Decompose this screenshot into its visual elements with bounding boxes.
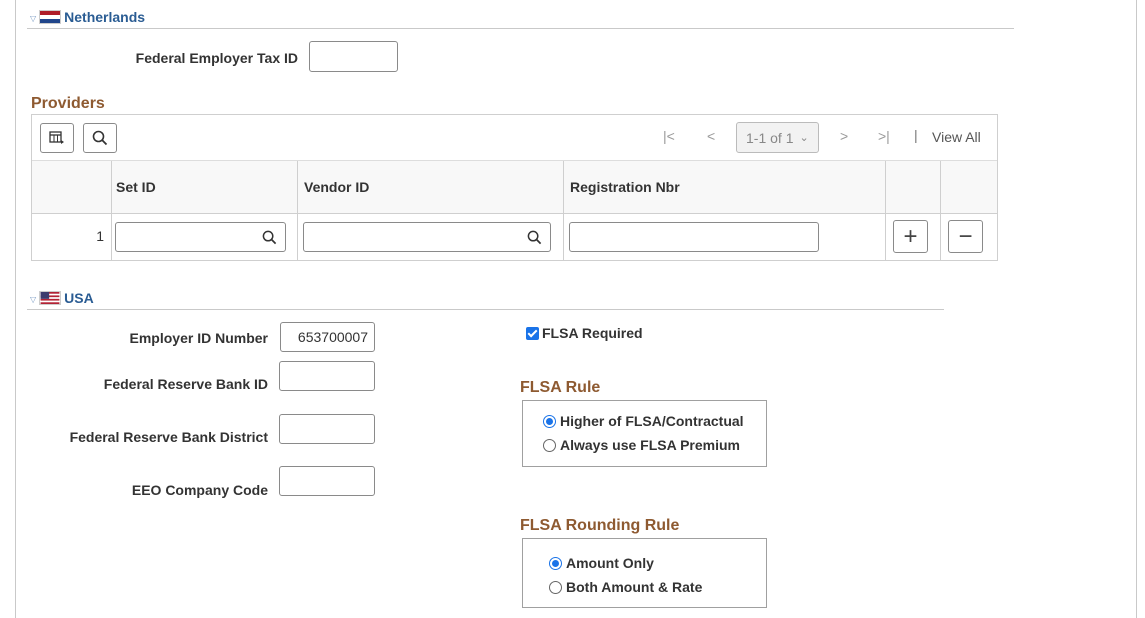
checkbox-checked-icon bbox=[526, 326, 539, 340]
flsa-required-label: FLSA Required bbox=[542, 325, 643, 341]
view-all-link[interactable]: View All bbox=[932, 129, 981, 145]
registration-nbr-input[interactable] bbox=[569, 222, 819, 252]
header-divider bbox=[32, 213, 997, 214]
radio-unselected-icon bbox=[543, 438, 556, 452]
personalize-grid-button[interactable] bbox=[40, 123, 74, 153]
option-label: Always use FLSA Premium bbox=[560, 437, 740, 453]
row-number: 1 bbox=[96, 228, 104, 244]
flsa-required-checkbox[interactable]: FLSA Required bbox=[526, 325, 643, 341]
delete-row-button[interactable]: − bbox=[948, 220, 983, 253]
pager-separator: | bbox=[914, 127, 918, 143]
previous-page-icon[interactable]: < bbox=[707, 128, 715, 144]
frb-id-label: Federal Reserve Bank ID bbox=[103, 376, 268, 392]
fed-employer-tax-id-input[interactable] bbox=[309, 41, 398, 72]
frb-district-label: Federal Reserve Bank District bbox=[69, 429, 268, 445]
providers-grid: |< < 1-1 of 1 ⌄ > >| | View All Set ID V… bbox=[31, 114, 998, 261]
flsa-rule-option-higher[interactable]: Higher of FLSA/Contractual bbox=[543, 413, 744, 429]
column-divider bbox=[563, 161, 564, 260]
option-label: Higher of FLSA/Contractual bbox=[560, 413, 744, 429]
collapse-triangle-icon: ▽ bbox=[30, 13, 37, 23]
last-page-icon[interactable]: >| bbox=[878, 128, 890, 144]
frb-district-input[interactable] bbox=[279, 414, 375, 444]
netherlands-section-header[interactable]: ▽ Netherlands bbox=[30, 9, 145, 25]
col-header-vendor-id: Vendor ID bbox=[304, 179, 370, 195]
page-range-select[interactable]: 1-1 of 1 ⌄ bbox=[736, 122, 819, 153]
first-page-icon[interactable]: |< bbox=[663, 128, 675, 144]
col-header-set-id: Set ID bbox=[116, 179, 156, 195]
flsa-rule-group: Higher of FLSA/Contractual Always use FL… bbox=[522, 400, 767, 467]
search-icon[interactable] bbox=[527, 230, 542, 245]
column-divider bbox=[885, 161, 886, 260]
page-range-text: 1-1 of 1 bbox=[746, 129, 794, 146]
column-divider bbox=[111, 161, 112, 260]
section-divider bbox=[27, 28, 1014, 29]
grid-header-row bbox=[32, 161, 997, 213]
frb-id-input[interactable] bbox=[279, 361, 375, 391]
next-page-icon[interactable]: > bbox=[840, 128, 848, 144]
fed-employer-tax-id-label: Federal Employer Tax ID bbox=[135, 50, 298, 66]
netherlands-flag-icon bbox=[39, 10, 62, 24]
radio-selected-icon bbox=[543, 414, 556, 428]
section-divider bbox=[27, 309, 944, 310]
collapse-triangle-icon: ▽ bbox=[30, 294, 37, 304]
radio-unselected-icon bbox=[549, 580, 562, 594]
flsa-rounding-rule-title: FLSA Rounding Rule bbox=[520, 517, 680, 534]
eeo-code-label: EEO Company Code bbox=[131, 482, 268, 498]
radio-selected-icon bbox=[549, 556, 562, 570]
page-left-border bbox=[15, 0, 16, 618]
search-icon[interactable] bbox=[262, 230, 277, 245]
eeo-code-input[interactable] bbox=[279, 466, 375, 496]
option-label: Amount Only bbox=[566, 555, 654, 571]
netherlands-section-title: Netherlands bbox=[64, 9, 146, 25]
employer-id-input[interactable] bbox=[280, 322, 375, 352]
flsa-rule-title: FLSA Rule bbox=[520, 379, 601, 396]
vendor-id-input[interactable] bbox=[303, 222, 551, 252]
employer-id-label: Employer ID Number bbox=[129, 330, 268, 346]
usa-flag-icon bbox=[39, 291, 62, 305]
column-divider bbox=[940, 161, 941, 260]
rounding-option-amount-only[interactable]: Amount Only bbox=[549, 555, 654, 571]
find-in-grid-button[interactable] bbox=[83, 123, 117, 153]
rounding-option-both[interactable]: Both Amount & Rate bbox=[549, 579, 702, 595]
usa-section-title: USA bbox=[64, 290, 94, 306]
usa-section-header[interactable]: ▽ USA bbox=[30, 290, 94, 306]
search-icon bbox=[92, 130, 108, 146]
flsa-rounding-rule-group: Amount Only Both Amount & Rate bbox=[522, 538, 767, 608]
set-id-input[interactable] bbox=[115, 222, 286, 252]
grid-settings-icon bbox=[49, 131, 64, 144]
flsa-rule-option-always[interactable]: Always use FLSA Premium bbox=[543, 437, 740, 453]
page-right-border bbox=[1136, 0, 1137, 618]
chevron-down-icon: ⌄ bbox=[799, 132, 809, 144]
col-header-registration-nbr: Registration Nbr bbox=[570, 179, 680, 195]
providers-title: Providers bbox=[31, 95, 105, 112]
column-divider bbox=[297, 161, 298, 260]
add-row-button[interactable]: + bbox=[893, 220, 928, 253]
option-label: Both Amount & Rate bbox=[566, 579, 703, 595]
